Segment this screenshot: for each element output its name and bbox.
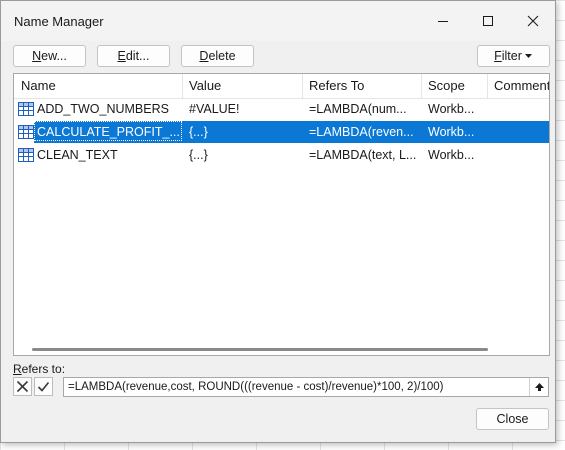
column-header-refers-to[interactable]: Refers To <box>309 74 419 98</box>
edit-button[interactable]: Edit... <box>97 45 170 67</box>
list-header: Name Value Refers To Scope Comment <box>14 74 549 99</box>
value-cell: {...} <box>189 148 208 162</box>
list-item-selected[interactable]: CALCULATE_PROFIT_... {...} =LAMBDA(reven… <box>14 121 549 143</box>
cancel-x-icon <box>16 380 29 393</box>
refers-to-label: Refers to: <box>13 362 66 376</box>
name-manager-dialog: Name Manager New... Edit... Delete Filte… <box>0 0 556 443</box>
column-header-name[interactable]: Name <box>21 74 181 98</box>
column-header-comment[interactable]: Comment <box>494 74 549 98</box>
checkmark-icon <box>37 381 50 392</box>
close-button-label: Close <box>496 412 529 426</box>
new-button[interactable]: New... <box>13 45 86 67</box>
name-range-icon <box>18 102 34 116</box>
close-button[interactable]: Close <box>476 408 549 430</box>
list-item[interactable]: CLEAN_TEXT {...} =LAMBDA(text, L... Work… <box>14 144 549 166</box>
horizontal-scrollbar-thumb[interactable] <box>32 348 488 351</box>
filter-button-label: Filter <box>494 49 522 63</box>
value-cell: {...} <box>189 125 208 139</box>
refers-to-formula: =LAMBDA(revenue,cost, ROUND(((revenue - … <box>68 381 444 393</box>
title-bar[interactable]: Name Manager <box>1 1 555 41</box>
scope-cell: Workb... <box>428 125 475 139</box>
window-title: Name Manager <box>14 14 104 29</box>
edit-button-label: Edit... <box>117 49 150 63</box>
column-header-scope[interactable]: Scope <box>428 74 483 98</box>
commit-edit-button[interactable] <box>34 377 53 396</box>
name-range-icon <box>18 148 34 162</box>
maximize-icon <box>483 16 493 26</box>
close-window-button[interactable] <box>511 1 555 41</box>
close-icon <box>527 15 539 27</box>
scope-cell: Workb... <box>428 148 475 162</box>
cancel-edit-button[interactable] <box>13 377 32 396</box>
maximize-button[interactable] <box>466 1 510 41</box>
refers-to-cell: =LAMBDA(reven... <box>309 125 414 139</box>
name-cell: ADD_TWO_NUMBERS <box>37 102 169 116</box>
name-cell: CLEAN_TEXT <box>37 148 118 162</box>
value-cell: #VALUE! <box>189 102 240 116</box>
column-header-value[interactable]: Value <box>189 74 299 98</box>
name-cell: CALCULATE_PROFIT_... <box>37 125 179 139</box>
refers-to-cell: =LAMBDA(num... <box>309 102 407 116</box>
delete-button[interactable]: Delete <box>181 45 254 67</box>
new-button-label: New... <box>32 49 67 63</box>
minimize-icon <box>438 21 448 22</box>
list-item[interactable]: ADD_TWO_NUMBERS #VALUE! =LAMBDA(num... W… <box>14 98 549 120</box>
scope-cell: Workb... <box>428 102 475 116</box>
refers-to-input[interactable]: =LAMBDA(revenue,cost, ROUND(((revenue - … <box>63 377 549 397</box>
collapse-dialog-button[interactable] <box>529 378 548 396</box>
names-list[interactable]: Name Value Refers To Scope Comment ADD_T… <box>13 73 550 356</box>
filter-button[interactable]: Filter <box>477 45 550 67</box>
minimize-button[interactable] <box>421 1 465 41</box>
collapse-arrow-icon <box>534 382 544 391</box>
refers-to-cell: =LAMBDA(text, L... <box>309 148 417 162</box>
delete-button-label: Delete <box>199 49 236 63</box>
name-range-icon <box>18 125 34 139</box>
dropdown-arrow-icon <box>524 53 532 58</box>
